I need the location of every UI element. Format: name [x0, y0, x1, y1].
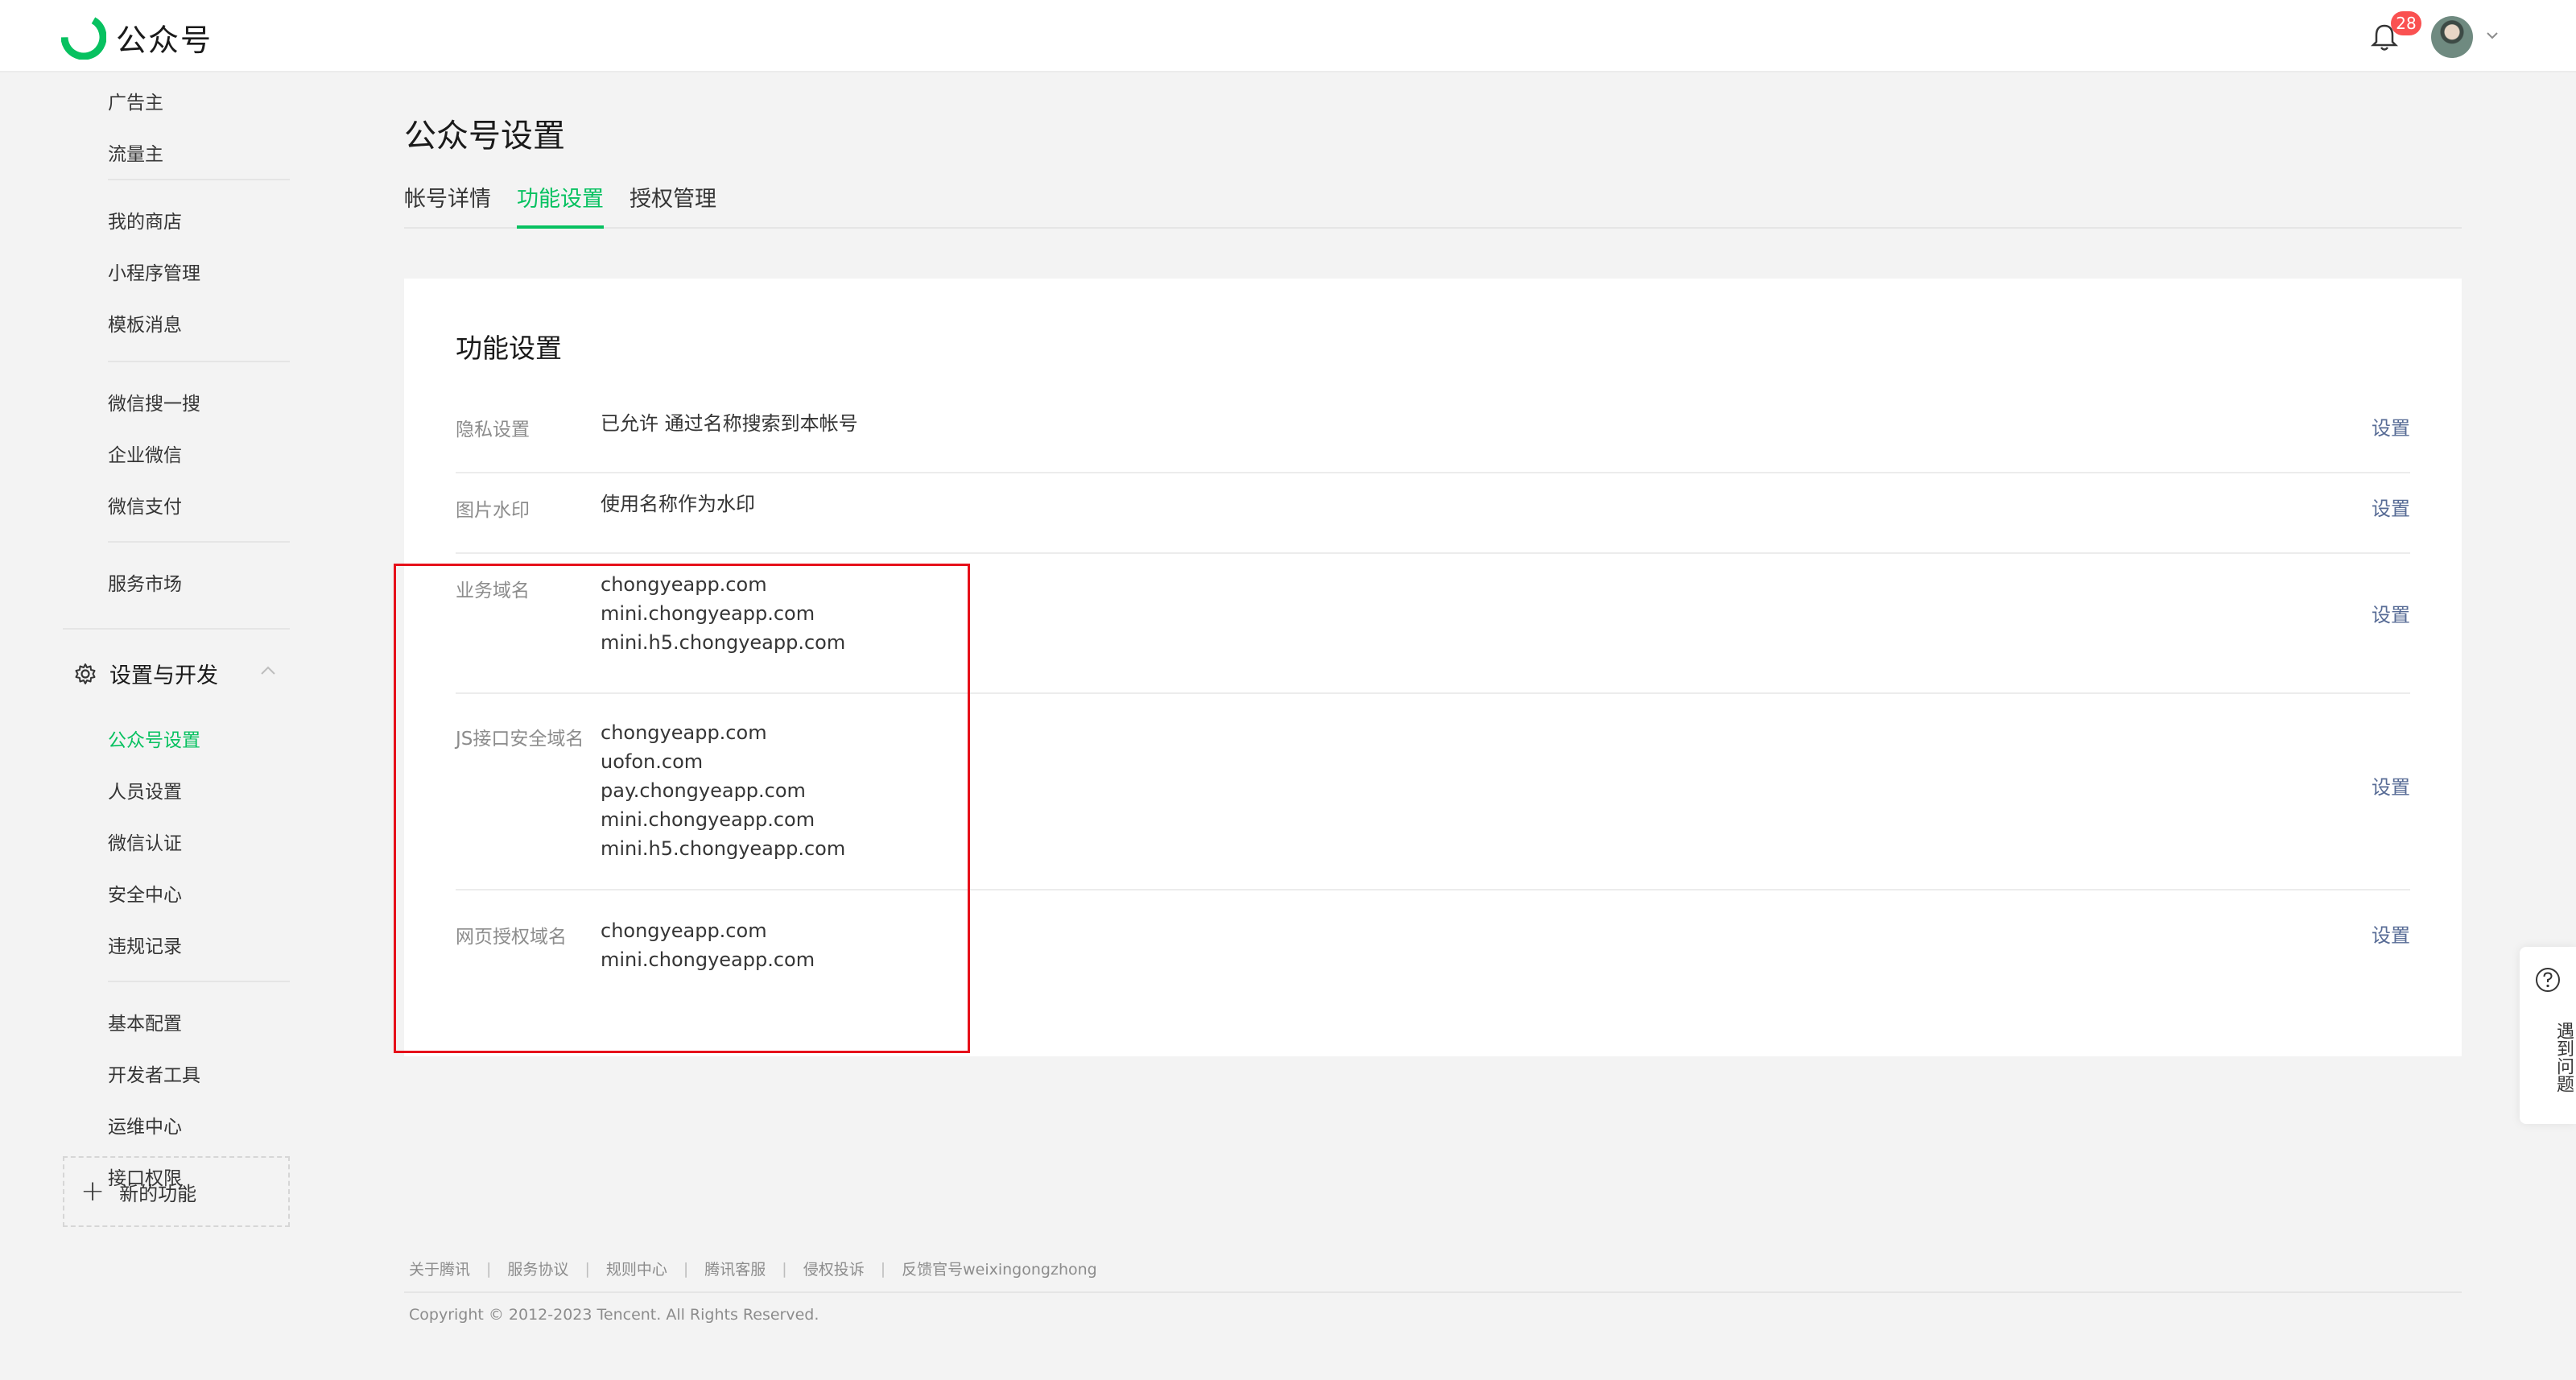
sidebar-divider: [108, 179, 290, 180]
oauth-domain-settings-link[interactable]: 设置: [2372, 919, 2410, 948]
card-title: 功能设置: [456, 333, 562, 364]
footer-link-about[interactable]: 关于腾讯: [409, 1258, 470, 1279]
business-domain-settings-link[interactable]: 设置: [2372, 599, 2410, 627]
sidebar-item-template-message[interactable]: 模板消息: [108, 309, 182, 337]
sidebar-item-wechat-verify[interactable]: 微信认证: [108, 828, 182, 855]
sidebar-item-account-settings[interactable]: 公众号设置: [108, 725, 200, 752]
sidebar-item-miniprogram[interactable]: 小程序管理: [108, 258, 200, 285]
watermark-settings-link[interactable]: 设置: [2372, 493, 2410, 521]
row-values: chongyeapp.com mini.chongyeapp.com mini.…: [601, 570, 845, 657]
app-logo[interactable]: 公众号: [61, 14, 213, 60]
settings-row-oauth-domain: 网页授权域名 chongyeapp.com mini.chongyeapp.co…: [456, 890, 2410, 1019]
copyright: Copyright © 2012-2023 Tencent. All Right…: [409, 1306, 819, 1324]
sidebar-item-wecom[interactable]: 企业微信: [108, 440, 182, 467]
sidebar-divider: [108, 541, 290, 543]
sidebar-item-security-center[interactable]: 安全中心: [108, 879, 182, 907]
domain-item: mini.chongyeapp.com: [601, 808, 815, 831]
row-values: chongyeapp.com mini.chongyeapp.com: [601, 916, 815, 974]
footer-link-infringement[interactable]: 侵权投诉: [803, 1258, 865, 1279]
domain-item: chongyeapp.com: [601, 919, 767, 942]
domain-item: uofon.com: [601, 750, 704, 773]
sidebar-item-violation-records[interactable]: 违规记录: [108, 931, 182, 958]
page-title: 公众号设置: [404, 118, 565, 155]
new-function-label: 新的功能: [119, 1182, 197, 1205]
sidebar-item-service-market[interactable]: 服务市场: [108, 568, 182, 596]
notification-badge: 28: [2391, 11, 2421, 35]
sidebar-item-developer-tools[interactable]: 开发者工具: [108, 1060, 200, 1087]
tab-authorization[interactable]: 授权管理: [630, 184, 716, 229]
sidebar-group-settings-dev[interactable]: 设置与开发: [74, 658, 218, 689]
footer-link-rules[interactable]: 规则中心: [606, 1258, 667, 1279]
sidebar-divider: [108, 981, 290, 982]
sidebar-divider: [63, 628, 290, 630]
row-label: 网页授权域名: [456, 927, 567, 948]
row-label: 业务域名: [456, 581, 530, 601]
chevron-up-icon[interactable]: [259, 665, 277, 676]
plus-icon: +: [80, 1175, 105, 1208]
domain-item: mini.chongyeapp.com: [601, 948, 815, 971]
row-value: 已允许 通过名称搜索到本帐号: [601, 412, 858, 435]
row-values: chongyeapp.com uofon.com pay.chongyeapp.…: [601, 718, 845, 863]
domain-item: chongyeapp.com: [601, 573, 767, 596]
settings-row-business-domain: 业务域名 chongyeapp.com mini.chongyeapp.com …: [456, 554, 2410, 694]
top-bar: 公众号 28: [0, 0, 2576, 72]
domain-item: chongyeapp.com: [601, 721, 767, 744]
sidebar-group-label: 设置与开发: [109, 663, 218, 688]
footer-separator: |: [584, 1259, 590, 1278]
row-values: 已允许 通过名称搜索到本帐号: [601, 409, 858, 438]
row-label: 隐私设置: [456, 419, 530, 440]
privacy-settings-link[interactable]: 设置: [2372, 412, 2410, 440]
tab-bar: 帐号详情 功能设置 授权管理: [404, 184, 2462, 229]
question-icon: [2536, 968, 2560, 992]
gear-icon: [75, 663, 96, 684]
row-value: 使用名称作为水印: [601, 493, 755, 515]
avatar[interactable]: [2431, 16, 2473, 58]
chevron-down-icon[interactable]: [2484, 27, 2500, 43]
settings-row-watermark: 图片水印 使用名称作为水印 设置: [456, 473, 2410, 554]
sidebar-item-advertiser[interactable]: 广告主: [108, 87, 163, 114]
domain-item: mini.h5.chongyeapp.com: [601, 837, 846, 860]
footer-separator: |: [782, 1259, 787, 1278]
row-values: 使用名称作为水印: [601, 490, 755, 519]
new-function-button[interactable]: + 新的功能: [63, 1156, 290, 1227]
footer-link-support[interactable]: 腾讯客服: [704, 1258, 766, 1279]
row-label: 图片水印: [456, 500, 530, 521]
help-label: 遇到问题: [2553, 1022, 2574, 1093]
footer-separator: |: [486, 1259, 492, 1278]
footer-links: 关于腾讯 | 服务协议 | 规则中心 | 腾讯客服 | 侵权投诉 | 反馈官号w…: [409, 1258, 1097, 1279]
sidebar-item-traffic-host[interactable]: 流量主: [108, 138, 163, 166]
footer-separator: |: [683, 1259, 689, 1278]
settings-row-js-domain: JS接口安全域名 chongyeapp.com uofon.com pay.ch…: [456, 694, 2410, 890]
app-name: 公众号: [116, 22, 213, 58]
tab-function-settings[interactable]: 功能设置: [517, 184, 604, 229]
footer-link-feedback[interactable]: 反馈官号weixingongzhong: [902, 1258, 1097, 1279]
footer-link-terms[interactable]: 服务协议: [507, 1258, 568, 1279]
js-domain-settings-link[interactable]: 设置: [2372, 771, 2410, 799]
domain-item: mini.h5.chongyeapp.com: [601, 631, 846, 654]
domain-item: mini.chongyeapp.com: [601, 602, 815, 625]
sidebar-divider: [108, 361, 290, 362]
row-label: JS接口安全域名: [456, 729, 584, 750]
footer-divider: [404, 1291, 2462, 1293]
function-settings-card: 功能设置 隐私设置 已允许 通过名称搜索到本帐号 设置 图片水印 使用名称作为水…: [404, 279, 2462, 1056]
domain-item: pay.chongyeapp.com: [601, 779, 806, 802]
sidebar-item-my-store[interactable]: 我的商店: [108, 206, 182, 233]
sidebar-item-basic-config[interactable]: 基本配置: [108, 1008, 182, 1035]
help-button[interactable]: 遇到问题: [2520, 947, 2576, 1124]
sidebar-item-staff-settings[interactable]: 人员设置: [108, 776, 182, 804]
sidebar-item-ops-center[interactable]: 运维中心: [108, 1111, 182, 1138]
footer-separator: |: [880, 1259, 886, 1278]
settings-row-privacy: 隐私设置 已允许 通过名称搜索到本帐号 设置: [456, 393, 2410, 473]
sidebar-item-wechat-pay[interactable]: 微信支付: [108, 491, 182, 519]
wechat-official-logo-icon: [61, 14, 106, 60]
tab-account-details[interactable]: 帐号详情: [404, 184, 491, 229]
sidebar-item-wechat-search[interactable]: 微信搜一搜: [108, 388, 200, 415]
